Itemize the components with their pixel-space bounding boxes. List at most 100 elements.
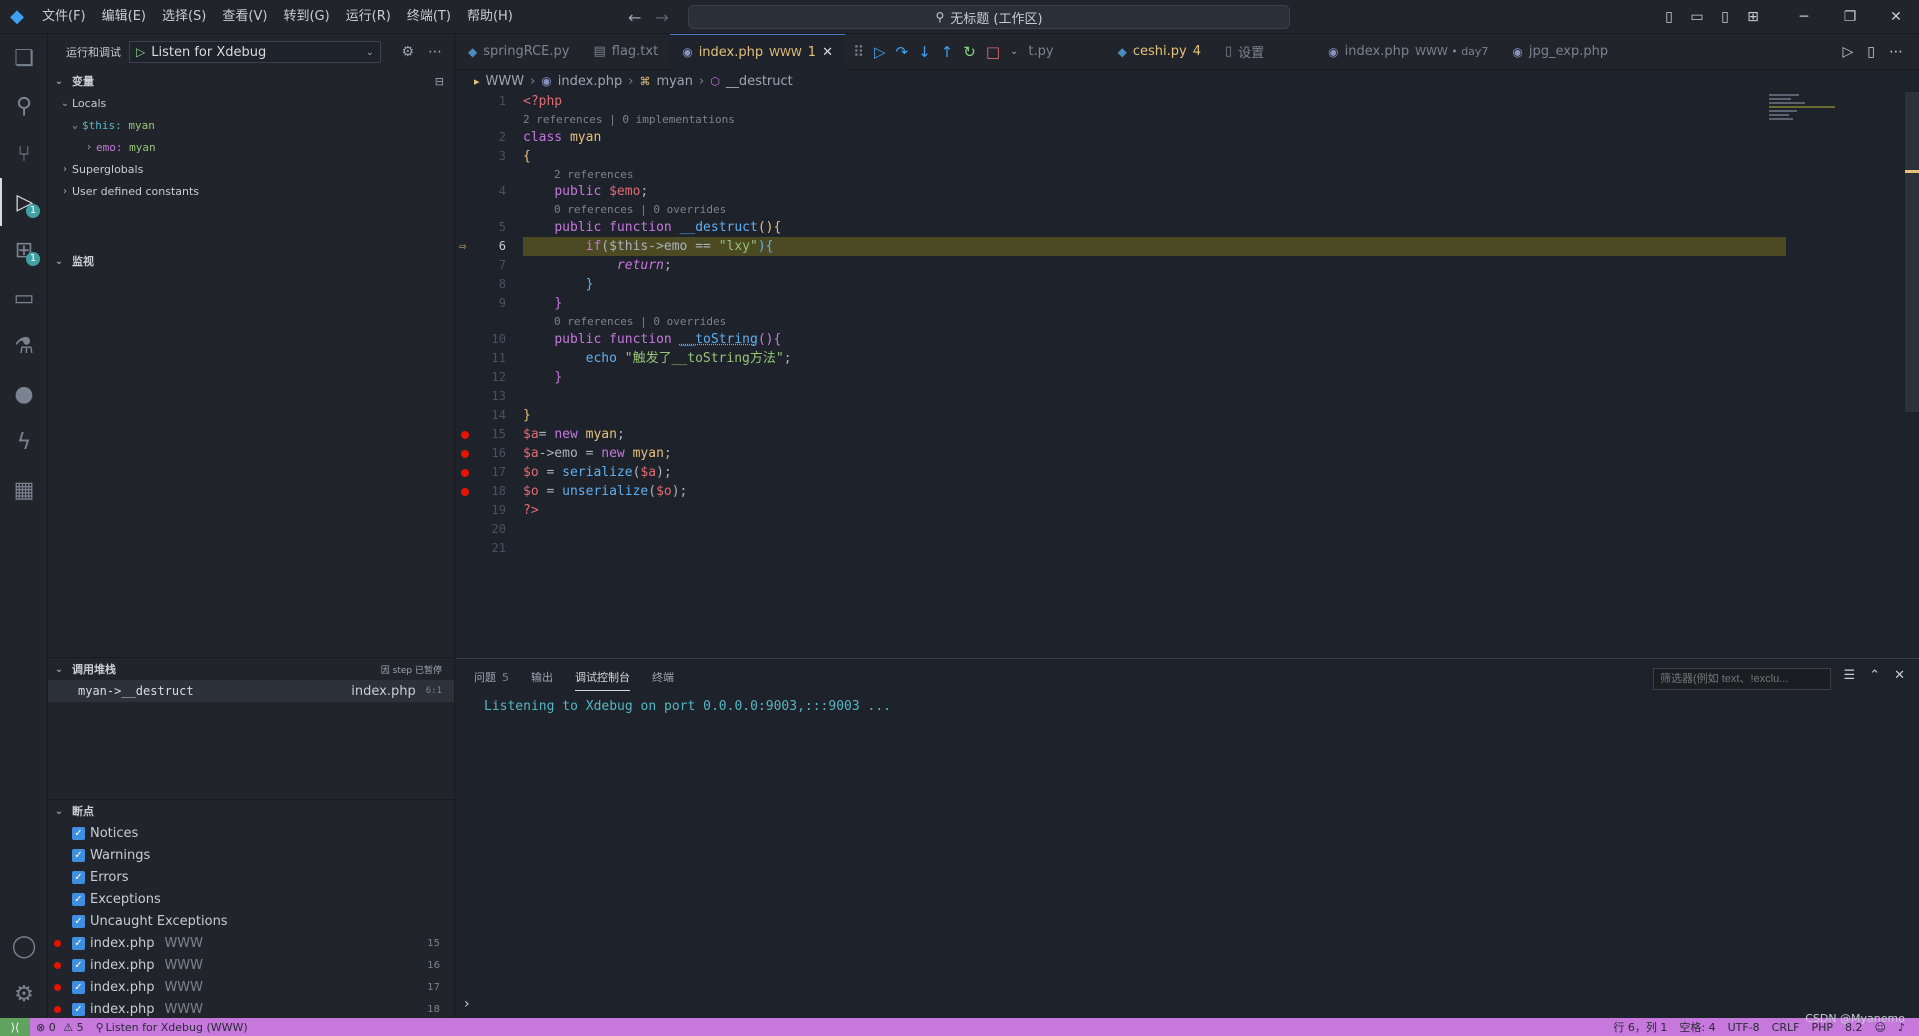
menu-terminal[interactable]: 终端(T) [399,4,459,30]
checkbox-checked-icon[interactable]: ✓ [72,1002,85,1016]
problems-status[interactable]: ⊗ 0 ⚠ 5 [30,1021,90,1034]
github-icon[interactable]: ● [0,370,48,418]
file-breakpoint[interactable]: ✓ index.php WWW 15 [48,932,454,954]
callstack-frame[interactable]: myan->__destruct index.php 6:1 [48,680,454,702]
checkbox-checked-icon[interactable]: ✓ [72,870,85,884]
user-constants-scope[interactable]: › User defined constants [48,180,454,202]
drag-handle-icon[interactable]: ⠿ [853,43,864,61]
checkbox-checked-icon[interactable]: ✓ [72,958,85,972]
end-of-line[interactable]: CRLF [1766,1021,1806,1034]
continue-icon[interactable]: ▷ [874,43,886,61]
extensions-icon[interactable]: ⊞ 1 [0,226,48,274]
search-activity-icon[interactable]: ⚲ [0,82,48,130]
run-file-icon[interactable]: ▷ [1843,44,1854,60]
tab-debug-console[interactable]: 调试控制台 [575,663,630,691]
encoding[interactable]: UTF-8 [1722,1021,1766,1034]
codelens[interactable]: 2 references | 0 implementations [523,112,735,128]
close-tab-icon[interactable]: ✕ [822,45,833,60]
source-control-icon[interactable]: ⑂ [0,130,48,178]
callstack-section-header[interactable]: ⌄ 调用堆栈 因 step 已暂停 [48,658,454,680]
variables-section-header[interactable]: ⌄ 变量 ⊟ [48,70,454,92]
testing-icon[interactable]: ⚗ [0,322,48,370]
tab-jpg-exp[interactable]: ◉ jpg_exp.php [1500,34,1620,70]
start-debug-icon[interactable]: ▷ [136,45,145,59]
console-prompt-chevron-icon[interactable]: › [464,996,470,1012]
manage-gear-icon[interactable]: ⚙ [0,970,48,1018]
stop-icon[interactable]: □ [986,43,1000,61]
toggle-secondary-sidebar-icon[interactable]: ▯ [1711,0,1739,34]
variable-emo[interactable]: › emo: myan [48,136,454,158]
breadcrumb-folder[interactable]: WWW [486,74,525,89]
toggle-sidebar-icon[interactable]: ▯ [1655,0,1683,34]
code-editor[interactable]: 1 <?php 2 references | 0 implementations … [456,92,1919,658]
codelens[interactable]: 0 references | 0 overrides [554,314,726,330]
watch-section-header[interactable]: ⌄ 监视 [48,250,454,272]
tab-springrce[interactable]: ◆ springRCE.py [456,34,581,70]
tab-settings[interactable]: ▯ 设置 [1213,34,1276,70]
step-over-icon[interactable]: ↷ [896,43,909,61]
restore-button[interactable]: ❐ [1827,0,1873,34]
variable-this[interactable]: ⌄ $this: myan [48,114,454,136]
checkbox-checked-icon[interactable]: ✓ [72,826,85,840]
tab-flag[interactable]: ▤ flag.txt [581,34,670,70]
tab-index-php-day7[interactable]: ◉ index.php WWW • day7 [1316,34,1500,70]
file-breakpoint[interactable]: ✓ index.php WWW 16 [48,954,454,976]
checkbox-checked-icon[interactable]: ✓ [72,848,85,862]
collapse-all-icon[interactable]: ⊟ [435,75,454,88]
menu-go[interactable]: 转到(G) [275,4,337,30]
editor-scrollbar[interactable] [1905,92,1919,412]
debug-status[interactable]: ⚲ Listen for Xdebug (WWW) [90,1021,254,1034]
file-breakpoint[interactable]: ✓ index.php WWW 17 [48,976,454,998]
console-filter-input[interactable] [1653,668,1831,690]
tab-terminal[interactable]: 终端 [652,669,674,685]
docker-icon[interactable]: ▦ [0,466,48,514]
breakpoints-section-header[interactable]: ⌄ 断点 [48,800,454,822]
superglobals-scope[interactable]: › Superglobals [48,158,454,180]
tab-problems[interactable]: 问题 5 [474,669,509,685]
more-actions-icon[interactable]: ⋯ [1889,44,1903,60]
checkbox-checked-icon[interactable]: ✓ [72,892,85,906]
command-center[interactable]: ⚲ 无标题 (工作区) [688,5,1290,29]
menu-view[interactable]: 查看(V) [214,4,275,30]
breakpoint-warnings[interactable]: ✓ Warnings [48,844,454,866]
menu-help[interactable]: 帮助(H) [459,4,521,30]
toggle-panel-icon[interactable]: ▭ [1683,0,1711,34]
gear-icon[interactable]: ⚙ [401,44,414,60]
cursor-position[interactable]: 行 6，列 1 [1607,1019,1673,1035]
checkbox-checked-icon[interactable]: ✓ [72,980,85,994]
maximize-panel-icon[interactable]: ⌃ [1869,668,1880,683]
chevron-down-icon[interactable]: ⌄ [1010,46,1018,57]
remote-explorer-icon[interactable]: ▭ [0,274,48,322]
more-actions-icon[interactable]: ⋯ [428,44,442,60]
indentation[interactable]: 空格: 4 [1673,1019,1721,1035]
minimize-button[interactable]: ─ [1781,0,1827,34]
debug-config-select[interactable]: ▷ Listen for Xdebug ⌄ [129,41,381,63]
remote-indicator-icon[interactable]: ⟩⟨ [0,1018,30,1036]
menu-selection[interactable]: 选择(S) [154,4,214,30]
back-arrow-icon[interactable]: ← [628,8,641,27]
codelens[interactable]: 0 references | 0 overrides [554,202,726,218]
checkbox-checked-icon[interactable]: ✓ [72,936,85,950]
breadcrumb-class[interactable]: myan [656,74,693,89]
menu-edit[interactable]: 编辑(E) [94,4,154,30]
forward-arrow-icon[interactable]: → [655,8,668,27]
tab-index-php-www[interactable]: ◉ index.php WWW 1 ✕ [670,33,845,70]
restart-icon[interactable]: ↻ [963,43,976,61]
tab-ceshi[interactable]: ◆ ceshi.py 4 [1106,34,1213,70]
breakpoint-notices[interactable]: ✓ Notices [48,822,454,844]
explorer-icon[interactable]: ❏ [0,34,48,82]
split-editor-icon[interactable]: ▯ [1867,44,1875,60]
step-into-icon[interactable]: ↓ [918,43,931,61]
close-window-button[interactable]: ✕ [1873,0,1919,34]
breadcrumb-file[interactable]: index.php [558,74,622,89]
breakpoint-uncaught-exceptions[interactable]: ✓ Uncaught Exceptions [48,910,454,932]
menu-run[interactable]: 运行(R) [338,4,399,30]
step-out-icon[interactable]: ↑ [941,43,954,61]
run-debug-icon[interactable]: ▷ 1 [0,178,48,226]
tab-output[interactable]: 输出 [531,669,553,685]
breakpoint-errors[interactable]: ✓ Errors [48,866,454,888]
codelens[interactable]: 2 references [554,167,633,183]
clear-console-icon[interactable]: ☰ [1844,668,1856,683]
breadcrumb-method[interactable]: __destruct [726,74,793,89]
customize-layout-icon[interactable]: ⊞ [1739,0,1767,34]
